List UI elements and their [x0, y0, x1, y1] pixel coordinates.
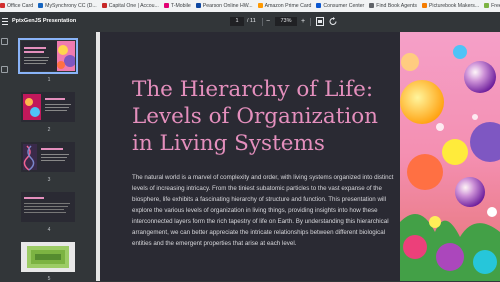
page-thumbnail-label: 4 [47, 227, 51, 233]
bookmark-favicon-icon [0, 3, 5, 8]
bookmark-label: Consumer Center [323, 3, 365, 9]
page-thumbnail-4[interactable] [21, 192, 75, 222]
bookmark-label: Find Book Agents [376, 3, 417, 9]
page-thumbnail-label: 1 [47, 77, 51, 83]
bookmark-item[interactable]: MySynchrony CC (D... [38, 0, 97, 12]
bookmark-item[interactable]: Amazon Prime Card [257, 0, 312, 12]
bookmark-label: Office Card [7, 3, 34, 9]
page-number-input[interactable]: 1 [230, 17, 244, 26]
bookmark-label: T-Mobile [170, 3, 191, 9]
bookmark-favicon-icon [421, 3, 427, 8]
zoom-in-button[interactable]: + [301, 17, 305, 26]
bookmark-label: MySynchrony CC (D... [45, 3, 97, 9]
toolbar-divider [310, 18, 311, 26]
page-thumbnail-label: 3 [47, 177, 51, 183]
bookmark-item[interactable]: Picturebook Makers... [421, 0, 480, 12]
page-thumbnail-5[interactable] [21, 242, 75, 272]
bookmark-favicon-icon [195, 3, 201, 8]
zoom-out-button[interactable]: − [266, 17, 270, 26]
outline-icon[interactable] [1, 66, 8, 73]
bookmark-item[interactable]: Capital One | Accou... [101, 0, 159, 12]
toolbar-divider [262, 18, 263, 26]
bookmark-item[interactable]: Find Book Agents [369, 0, 417, 12]
page-thumbnail-2[interactable] [21, 92, 75, 122]
bookmark-favicon-icon [316, 3, 322, 8]
document-title: PptxGenJS Presentation [12, 18, 77, 24]
page-thumbnail-3[interactable] [21, 142, 75, 172]
page-total: / 11 [247, 18, 256, 24]
zoom-input[interactable]: 73% [275, 17, 297, 26]
bookmark-label: Free Slide... [491, 3, 500, 9]
fit-page-icon[interactable] [316, 17, 324, 26]
bookmark-label: Amazon Prime Card [264, 3, 312, 9]
bookmark-item[interactable]: Consumer Center [316, 0, 364, 12]
bookmark-favicon-icon [101, 3, 107, 8]
thumbnail-sidebar: 1 2 3 4 5 [0, 32, 96, 282]
bookmark-label: Pearson Online HW... [202, 3, 253, 9]
bookmark-favicon-icon [369, 3, 375, 8]
bookmark-favicon-icon [163, 3, 169, 8]
menu-icon[interactable] [2, 18, 8, 25]
bookmark-item[interactable]: Office Card [0, 0, 33, 12]
bookmark-favicon-icon [257, 3, 263, 8]
slide-title: The Hierarchy of Life: Levels of Organiz… [132, 77, 379, 156]
bookmark-item[interactable]: Free Slide... [484, 0, 500, 12]
slide-body-text: The natural world is a marvel of complex… [132, 174, 394, 247]
bookmark-item[interactable]: Pearson Online HW... [195, 0, 253, 12]
bookmark-favicon-icon [484, 3, 490, 8]
bookmark-label: Picturebook Makers... [428, 3, 480, 9]
thumbnails-icon[interactable] [1, 38, 8, 45]
page-thumbnail-1[interactable] [18, 38, 78, 74]
bookmark-label: Capital One | Accou... [108, 3, 159, 9]
page-thumbnail-label: 2 [47, 127, 51, 133]
slide-viewer: The Hierarchy of Life: Levels of Organiz… [100, 32, 500, 281]
rotate-icon[interactable] [329, 17, 338, 26]
bookmark-item[interactable]: T-Mobile [163, 0, 191, 12]
page-thumbnail-label: 5 [47, 276, 51, 282]
pdf-toolbar: PptxGenJS Presentation 1 / 11 − 73% + [0, 12, 500, 32]
slide-illustration [400, 32, 500, 281]
bookmark-favicon-icon [38, 3, 44, 8]
